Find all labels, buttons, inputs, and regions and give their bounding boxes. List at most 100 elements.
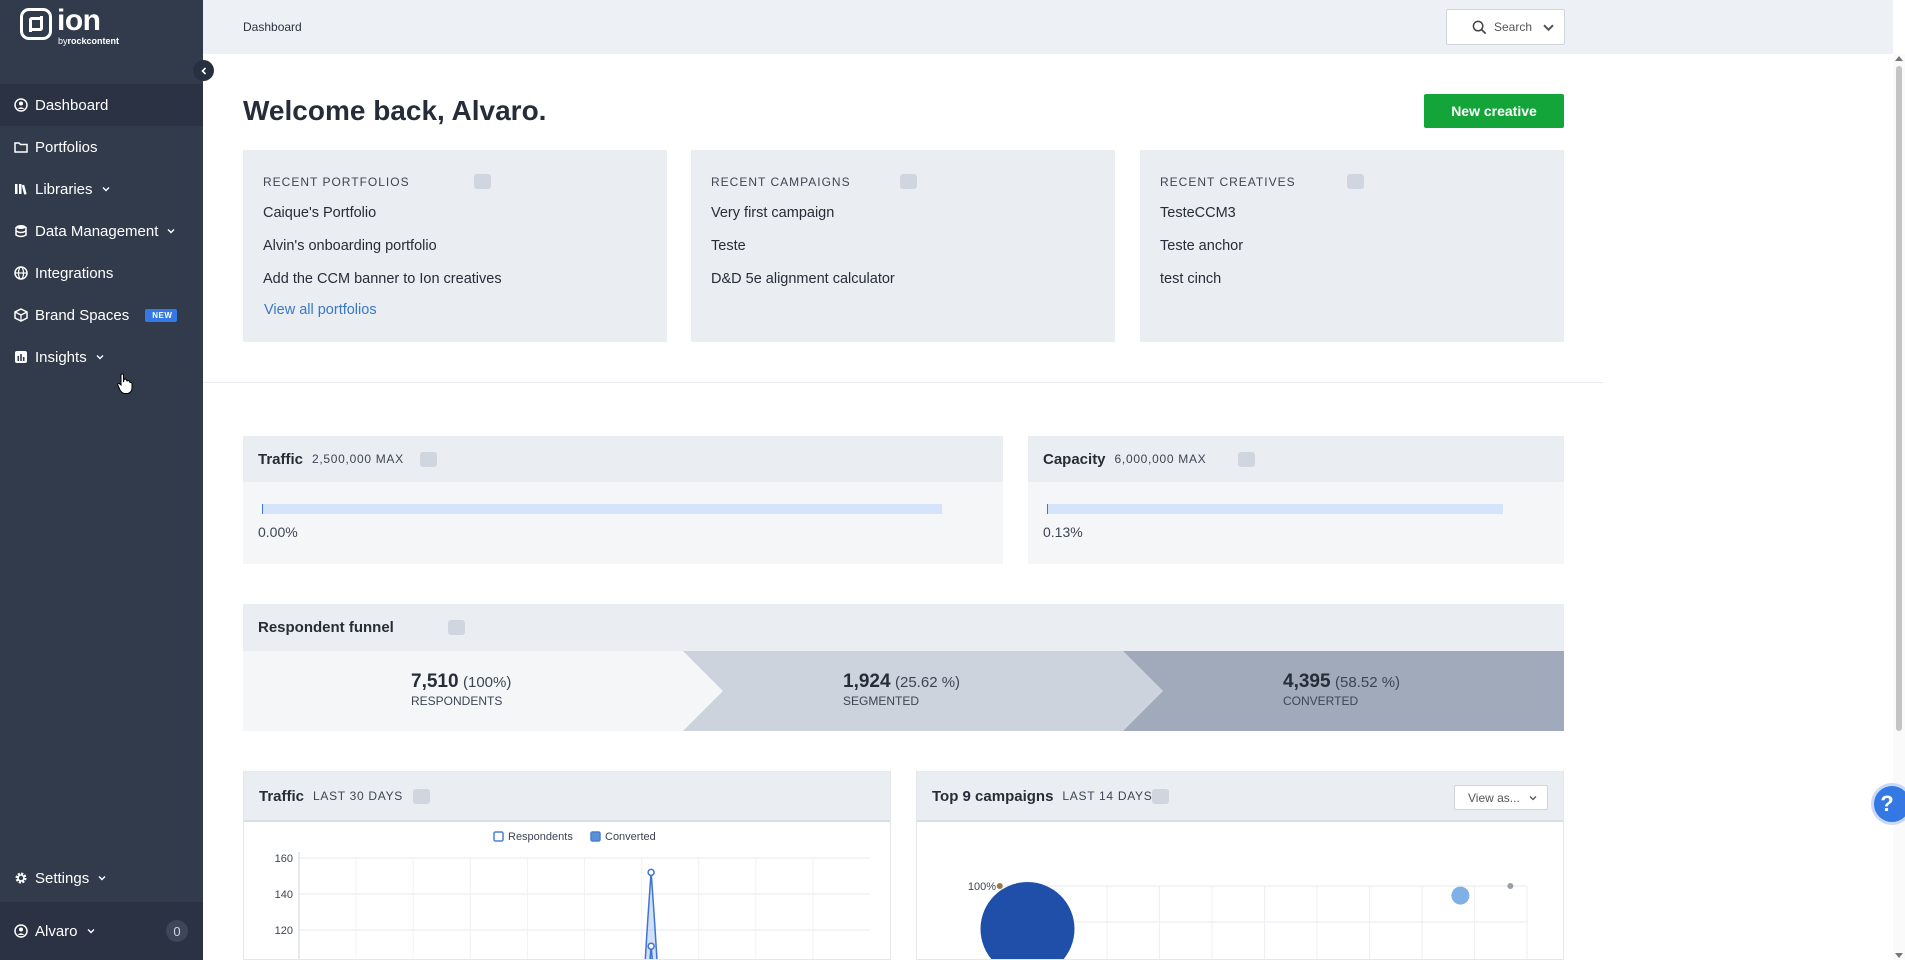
- breadcrumb: Dashboard: [243, 20, 302, 34]
- new-badge: NEW: [145, 308, 178, 322]
- list-item[interactable]: Add the CCM banner to Ion creatives: [263, 269, 647, 302]
- sidebar-item-label: Dashboard: [35, 96, 109, 114]
- search-label: Search: [1494, 20, 1533, 34]
- chart-subtitle: LAST 14 DAYS: [1062, 789, 1153, 803]
- recent-portfolios-card: RECENT PORTFOLIOS Caique's Portfolio Alv…: [243, 150, 667, 342]
- stage-value: 7,510: [411, 671, 459, 692]
- cube-icon: [14, 308, 28, 322]
- help-button[interactable]: ?: [1871, 783, 1905, 825]
- chevron-left-icon: [200, 66, 206, 75]
- collapse-sidebar-button[interactable]: [193, 60, 214, 81]
- question-mark-icon: ?: [1880, 791, 1894, 816]
- data-point: [647, 942, 655, 950]
- recent-campaigns-card: RECENT CAMPAIGNS Very first campaign Tes…: [691, 150, 1115, 342]
- meter-title: Traffic: [258, 450, 304, 468]
- meter-max: 6,000,000 MAX: [1114, 452, 1207, 466]
- sidebar-item-integrations[interactable]: Integrations: [0, 252, 203, 294]
- top-bar: Dashboard Search: [203, 0, 1893, 54]
- top-campaigns-card: Top 9 campaigns LAST 14 DAYS View as... …: [916, 771, 1564, 960]
- legend-swatch: [590, 831, 601, 842]
- info-icon[interactable]: [1152, 788, 1170, 804]
- chart-title: Top 9 campaigns: [932, 787, 1054, 805]
- chevron-down-icon: [97, 873, 107, 883]
- info-icon[interactable]: [413, 788, 431, 804]
- sidebar-item-label: Libraries: [35, 180, 93, 198]
- list-item[interactable]: Very first campaign: [711, 203, 1095, 236]
- scatter-point: [980, 882, 1075, 959]
- funnel-stage-segmented: 1,924 (25.62 %) SEGMENTED: [843, 671, 960, 708]
- gear-icon: [14, 871, 28, 885]
- folder-icon: [14, 140, 28, 154]
- chart-title: Traffic: [259, 787, 305, 805]
- info-icon[interactable]: [1346, 174, 1364, 189]
- section-divider: [203, 382, 1603, 383]
- scatter-point: [1507, 883, 1514, 889]
- list-item[interactable]: Alvin's onboarding portfolio: [263, 236, 647, 269]
- capacity-progress-bar: [1047, 504, 1503, 514]
- info-icon[interactable]: [447, 620, 465, 635]
- funnel-title: Respondent funnel: [258, 619, 394, 636]
- info-icon[interactable]: [899, 174, 917, 189]
- sidebar-nav: Dashboard Portfolios Libraries Data Mana…: [0, 84, 203, 378]
- stage-value: 4,395: [1283, 671, 1331, 692]
- stage-label: CONVERTED: [1283, 694, 1359, 708]
- y-tick-label: 140: [275, 889, 293, 901]
- traffic-chart-card: Traffic LAST 30 DAYS Respondents Converte…: [243, 771, 891, 960]
- view-as-label: View as...: [1468, 790, 1520, 805]
- sidebar-item-settings[interactable]: Settings: [0, 857, 203, 899]
- search-button[interactable]: Search: [1446, 9, 1565, 45]
- recent-creatives-card: RECENT CREATIVES TesteCCM3 Teste anchor …: [1140, 150, 1564, 342]
- legend-swatch: [493, 831, 504, 842]
- stage-label: RESPONDENTS: [411, 694, 503, 708]
- books-icon: [14, 182, 28, 196]
- hand-cursor-icon: [117, 373, 133, 394]
- view-as-select[interactable]: View as...: [1454, 785, 1548, 810]
- new-creative-button[interactable]: New creative: [1424, 94, 1564, 128]
- chevron-down-icon: [95, 352, 105, 362]
- sidebar-item-insights[interactable]: Insights: [0, 336, 203, 378]
- scatter-point: [996, 883, 1003, 889]
- user-name: Alvaro: [35, 922, 78, 940]
- card-title: RECENT PORTFOLIOS: [263, 174, 410, 189]
- page-title: Welcome back, Alvaro.: [243, 95, 547, 126]
- brand-logo[interactable]: ion byrockcontent: [20, 4, 120, 46]
- scroll-up-arrow-icon[interactable]: [1895, 56, 1903, 61]
- search-icon: [1472, 20, 1487, 34]
- brand-word: ion: [57, 4, 101, 37]
- list-item[interactable]: test cinch: [1160, 269, 1544, 302]
- scroll-down-arrow-icon[interactable]: [1895, 953, 1903, 958]
- sidebar-item-libraries[interactable]: Libraries: [0, 168, 203, 210]
- scrollbar-thumb[interactable]: [1896, 66, 1902, 731]
- capacity-progress-fill: [1047, 504, 1048, 514]
- list-item[interactable]: Teste anchor: [1160, 236, 1544, 269]
- chevron-down-icon: [1541, 20, 1563, 35]
- stage-label: SEGMENTED: [843, 694, 920, 708]
- list-item[interactable]: D&D 5e alignment calculator: [711, 269, 1095, 302]
- y-tick-label: 160: [275, 853, 293, 865]
- sidebar-item-brand-spaces[interactable]: Brand Spaces NEW: [0, 294, 203, 336]
- notification-count-badge[interactable]: 0: [166, 920, 188, 942]
- chart-legend: Respondents Converted: [493, 831, 656, 843]
- view-all-portfolios-link[interactable]: View all portfolios: [264, 302, 647, 318]
- sidebar-item-dashboard[interactable]: Dashboard: [0, 84, 203, 126]
- list-item[interactable]: Caique's Portfolio: [263, 203, 647, 236]
- y-tick-label: 120: [275, 925, 293, 937]
- stage-percent: (58.52 %): [1335, 674, 1401, 691]
- stage-value: 1,924: [843, 671, 891, 692]
- info-icon[interactable]: [419, 451, 437, 467]
- brand-by: byrockcontent: [58, 36, 120, 46]
- sidebar-item-data-management[interactable]: Data Management: [0, 210, 203, 252]
- list-item[interactable]: Teste: [711, 236, 1095, 269]
- stage-percent: (25.62 %): [895, 674, 961, 691]
- data-point: [647, 868, 655, 877]
- respondent-funnel-card: Respondent funnel 7,510 (100%) RESPONDEN…: [243, 604, 1564, 732]
- list-item[interactable]: TesteCCM3: [1160, 203, 1544, 236]
- sidebar-item-portfolios[interactable]: Portfolios: [0, 126, 203, 168]
- info-icon[interactable]: [473, 174, 491, 189]
- info-icon[interactable]: [1238, 451, 1256, 467]
- sidebar-item-label: Settings: [35, 869, 90, 887]
- legend-label: Converted: [605, 831, 656, 843]
- y-tick-label: 100%: [968, 881, 996, 893]
- user-menu[interactable]: Alvaro 0: [0, 902, 203, 960]
- chevron-down-icon: [1528, 793, 1538, 803]
